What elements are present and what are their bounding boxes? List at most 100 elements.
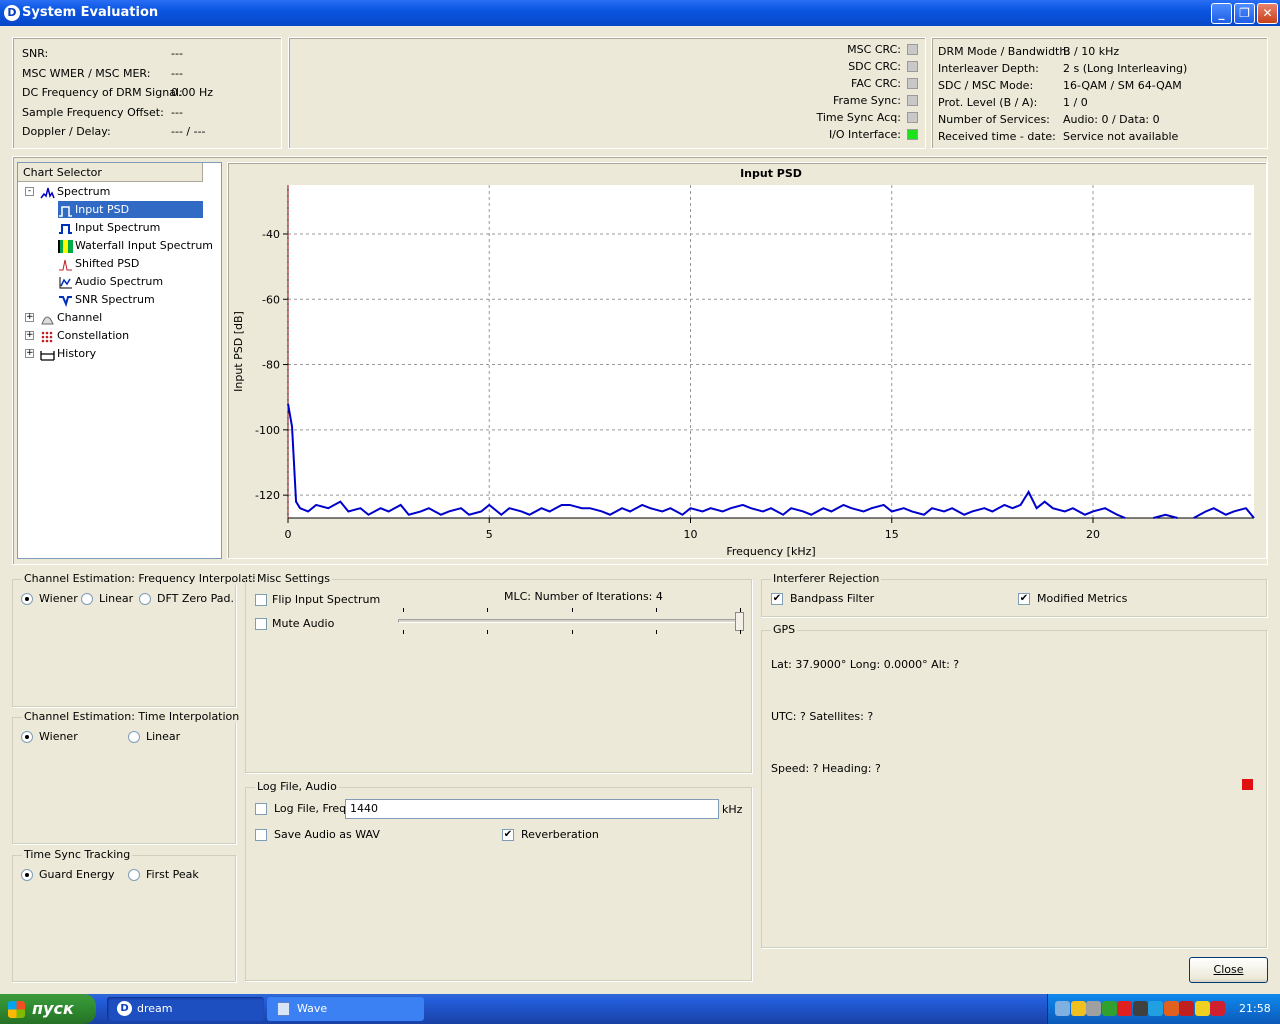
time_sync-radio-label: First Peak: [146, 868, 199, 881]
y-tick-label: -60: [262, 293, 280, 306]
title-bar[interactable]: D System Evaluation _ ❐ ✕: [0, 0, 1280, 26]
maximize-button[interactable]: ❐: [1234, 3, 1255, 24]
save-wav-checkbox[interactable]: [255, 829, 267, 841]
tree-group-spectrum[interactable]: Spectrum: [40, 183, 110, 200]
constellation-icon: [40, 330, 55, 343]
tree-item[interactable]: Input PSD: [58, 201, 203, 218]
channel-icon: [40, 312, 55, 325]
start-button[interactable]: пуск: [0, 994, 96, 1024]
log-freq-input[interactable]: 1440: [345, 799, 719, 819]
tray-app-icon[interactable]: [1117, 1001, 1132, 1016]
log-file-title: Log File, Audio: [255, 780, 339, 793]
tree-expander[interactable]: +: [25, 349, 34, 358]
tree-group-channel[interactable]: Channel: [40, 309, 102, 326]
interferer-title: Interferer Rejection: [771, 572, 882, 585]
history-icon: [40, 348, 55, 361]
flip-spectrum-checkbox[interactable]: [255, 594, 267, 606]
task-dream[interactable]: D dream: [107, 997, 264, 1021]
spectrum-icon: [40, 186, 55, 199]
tree-expander[interactable]: -: [25, 187, 34, 196]
clock[interactable]: 21:58: [1239, 1002, 1271, 1015]
drm-info-label: Number of Services:: [938, 113, 1050, 126]
psd-chart: Input PSD -40 -60 -80 -100 -120 0 5 10 15 20 Freque…: [232, 167, 1255, 558]
mute-audio-checkbox[interactable]: [255, 618, 267, 630]
gps-utc: UTC: ? Satellites: ?: [771, 710, 874, 723]
freq_interp-radio[interactable]: [21, 593, 33, 605]
tray-app-icon[interactable]: [1163, 1001, 1179, 1016]
dream-logo-icon: D: [4, 5, 20, 21]
tree-item[interactable]: Audio Spectrum: [58, 273, 163, 290]
status-label: SNR:: [22, 47, 49, 60]
status-value: ---: [171, 66, 183, 80]
freq_interp-radio[interactable]: [81, 593, 93, 605]
log-file-checkbox[interactable]: [255, 803, 267, 815]
misc-settings-group: Misc Settings: [245, 572, 752, 773]
mlc-iterations-label: MLC: Number of Iterations: 4: [504, 590, 663, 603]
tree-item[interactable]: Shifted PSD: [58, 255, 139, 272]
task-wave[interactable]: Wave: [267, 997, 424, 1021]
tray-app-icon[interactable]: [1148, 1001, 1163, 1016]
tree-item-label: Input PSD: [75, 203, 130, 216]
time_interp-radio[interactable]: [21, 731, 33, 743]
modified-metrics-checkbox[interactable]: ✔: [1018, 593, 1030, 605]
status-label: DC Frequency of DRM Signal:: [22, 86, 183, 99]
mlc-slider-handle[interactable]: [735, 612, 744, 631]
tray-app-icon[interactable]: [1194, 1001, 1210, 1016]
close-button[interactable]: Close: [1189, 957, 1268, 983]
tree-group-constellation[interactable]: Constellation: [40, 327, 129, 344]
drm-info-value: 1 / 0: [1063, 96, 1088, 109]
tree-expander[interactable]: +: [25, 331, 34, 340]
time_sync-radio-label: Guard Energy: [39, 868, 115, 881]
task-dream-label: dream: [137, 1002, 173, 1015]
slider-tick: [656, 630, 657, 634]
log-file-label: Log File, Freq:: [274, 802, 350, 815]
drm-info-value: 16-QAM / SM 64-QAM: [1063, 79, 1182, 92]
dream-app-icon: D: [117, 1001, 132, 1016]
tree-item[interactable]: Input Spectrum: [58, 219, 160, 236]
log-freq-unit: kHz: [722, 803, 743, 816]
tray-app-icon[interactable]: [1179, 1001, 1194, 1016]
freq_interp-radio[interactable]: [139, 593, 151, 605]
time_interp-radio-label: Wiener: [39, 730, 78, 743]
indicator-label: Time Sync Acq:: [816, 111, 902, 124]
psd-icon: [58, 204, 73, 217]
tree-item[interactable]: Waterfall Input Spectrum: [58, 237, 213, 254]
gps-position: Lat: 37.9000° Long: 0.0000° Alt: ?: [771, 658, 960, 671]
tree-item-label: Input Spectrum: [75, 221, 161, 234]
y-axis-label: Input PSD [dB]: [232, 311, 245, 392]
tree-item[interactable]: SNR Spectrum: [58, 291, 155, 308]
mlc-slider-track[interactable]: [398, 619, 743, 623]
drm-info-label: DRM Mode / Bandwidth:: [938, 45, 1071, 58]
gps-speed: Speed: ? Heading: ?: [771, 762, 881, 775]
reverberation-checkbox[interactable]: ✔: [502, 829, 514, 841]
tray-app-icon[interactable]: [1055, 1001, 1070, 1016]
bandpass-checkbox[interactable]: ✔: [771, 593, 783, 605]
time_interp-radio[interactable]: [128, 731, 140, 743]
tray-app-icon[interactable]: [1210, 1001, 1225, 1016]
slider-tick: [740, 608, 741, 612]
tree-item-label: SNR Spectrum: [75, 293, 155, 306]
indicator-label: SDC CRC:: [848, 60, 901, 73]
drm-info-value: B / 10 kHz: [1063, 45, 1120, 58]
tray-app-icon[interactable]: [1086, 1001, 1101, 1016]
minimize-button[interactable]: _: [1211, 3, 1232, 24]
shifted-psd-icon: [58, 258, 73, 271]
reverberation-label: Reverberation: [521, 828, 599, 841]
close-window-button[interactable]: ✕: [1257, 3, 1278, 24]
slider-tick: [656, 608, 657, 612]
tray-app-icon[interactable]: [1132, 1001, 1148, 1016]
tray-app-icon[interactable]: [1070, 1001, 1086, 1016]
chart-selector-header[interactable]: Chart Selector: [18, 163, 203, 182]
drm-info-label: Prot. Level (B / A):: [938, 96, 1038, 109]
wave-app-icon: [277, 1002, 290, 1016]
tree-expander[interactable]: +: [25, 313, 34, 322]
mute-audio-label: Mute Audio: [272, 617, 335, 630]
status-label: Sample Frequency Offset:: [22, 105, 164, 119]
time_sync-radio[interactable]: [128, 869, 140, 881]
tree-group-history[interactable]: History: [40, 345, 96, 362]
time_sync-radio[interactable]: [21, 869, 33, 881]
tray-app-icon[interactable]: [1101, 1001, 1117, 1016]
indicator-led: [907, 61, 918, 72]
indicator-label: MSC CRC:: [847, 43, 901, 56]
drm-info-value: 2 s (Long Interleaving): [1063, 62, 1188, 75]
